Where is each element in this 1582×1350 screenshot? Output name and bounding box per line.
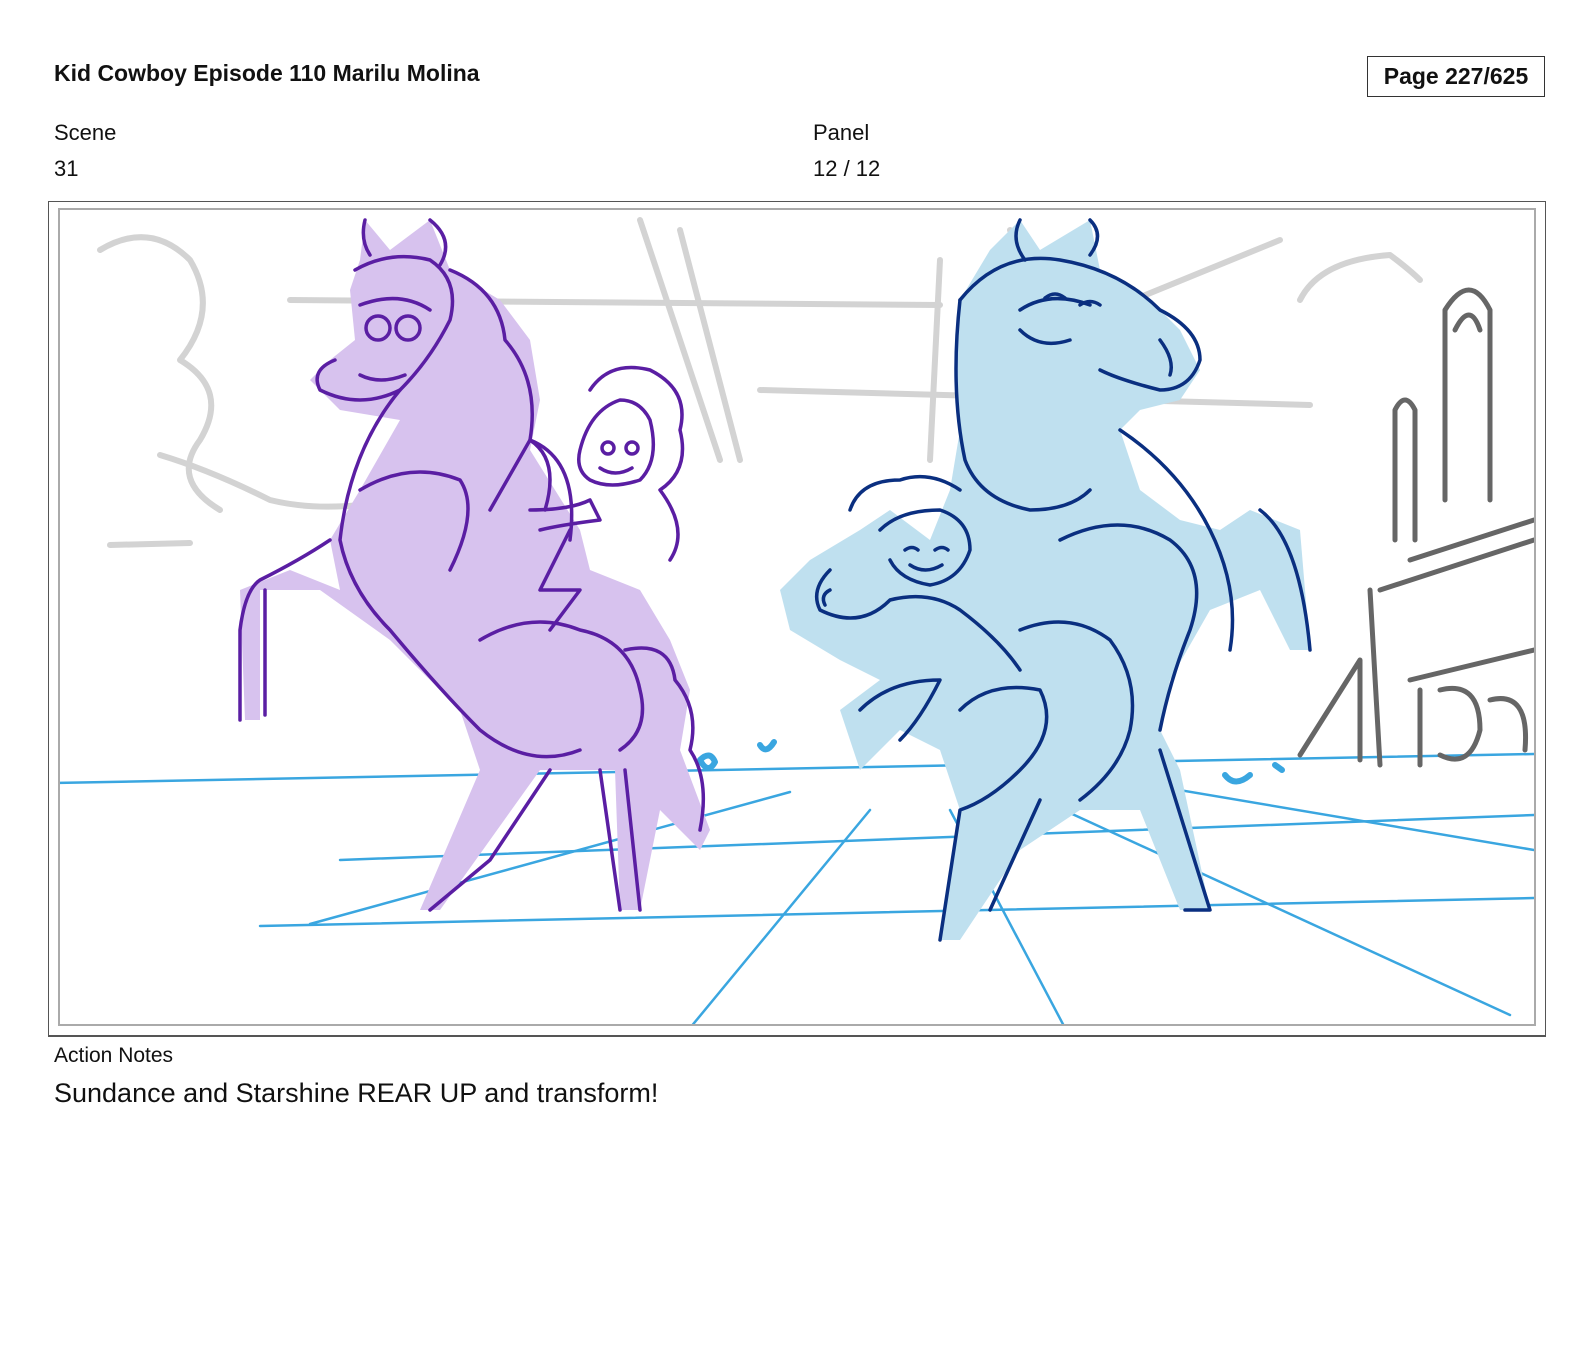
action-notes-label: Action Notes [54,1044,174,1067]
purple-horse-sketch [238,218,710,912]
scene-number: 31 [54,156,79,181]
page-number: Page 227/625 [1367,56,1545,97]
panel-label: Panel [813,120,870,145]
scene-label: Scene [54,120,117,145]
document-title: Kid Cowboy Episode 110 Marilu Molina [54,60,480,86]
background-sketch [97,217,1423,548]
sketch-illustration [60,217,1534,1024]
notes-divider [48,1036,1546,1037]
blue-horse-sketch [780,218,1312,942]
action-notes-text: Sundance and Starshine REAR UP and trans… [54,1078,659,1108]
panel-number: 12 / 12 [813,156,881,181]
storyboard-panel [48,201,1546,1036]
storyboard-drawing [58,208,1536,1026]
floor-grid [60,752,1534,1024]
background-props [1297,287,1534,768]
